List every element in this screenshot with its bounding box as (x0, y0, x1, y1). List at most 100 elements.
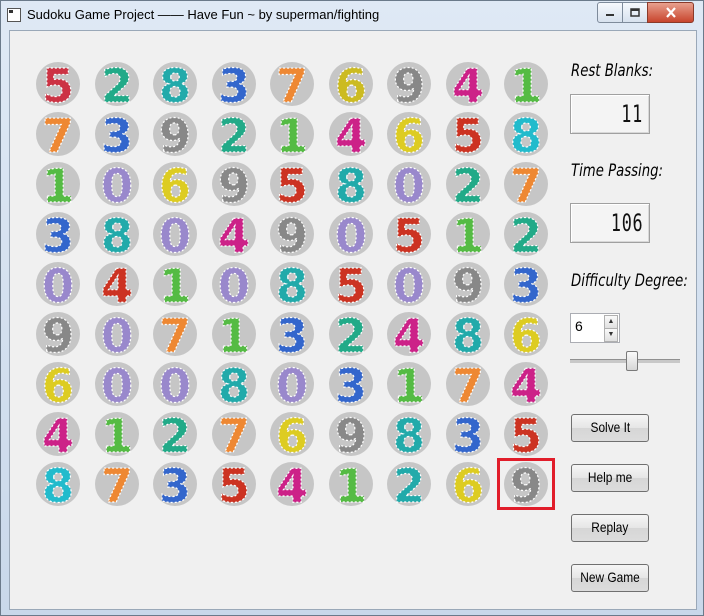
sudoku-cell[interactable]: 8 (30, 459, 86, 509)
sudoku-cell[interactable]: 0 (206, 259, 262, 309)
sudoku-cell[interactable]: 2 (440, 159, 496, 209)
sudoku-cell[interactable]: 1 (498, 59, 554, 109)
sudoku-cell[interactable]: 4 (381, 309, 437, 359)
sudoku-cell[interactable]: 8 (264, 259, 320, 309)
sudoku-cell[interactable]: 0 (89, 309, 145, 359)
sudoku-cell[interactable]: 9 (323, 409, 379, 459)
sudoku-cell[interactable]: 7 (498, 159, 554, 209)
sudoku-cell[interactable]: 1 (147, 259, 203, 309)
sudoku-cell[interactable]: 1 (89, 409, 145, 459)
help-me-button[interactable]: Help me (571, 464, 649, 492)
sudoku-cell[interactable]: 8 (89, 209, 145, 259)
sudoku-cell[interactable]: 6 (323, 59, 379, 109)
sudoku-cell[interactable]: 2 (89, 59, 145, 109)
sudoku-cell[interactable]: 5 (206, 459, 262, 509)
sudoku-cell[interactable]: 6 (440, 459, 496, 509)
sudoku-cell[interactable]: 3 (323, 359, 379, 409)
sudoku-cell[interactable]: 3 (440, 409, 496, 459)
sudoku-cell[interactable]: 0 (381, 159, 437, 209)
sudoku-cell[interactable]: 1 (30, 159, 86, 209)
sudoku-cell[interactable]: 7 (264, 59, 320, 109)
cell-digit: 8 (510, 109, 542, 159)
sudoku-cell[interactable]: 2 (147, 409, 203, 459)
sudoku-cell[interactable]: 8 (323, 159, 379, 209)
sudoku-cell[interactable]: 0 (89, 159, 145, 209)
sudoku-cell[interactable]: 9 (206, 159, 262, 209)
sudoku-cell[interactable]: 6 (30, 359, 86, 409)
sudoku-cell[interactable]: 0 (264, 359, 320, 409)
title-bar[interactable]: Sudoku Game Project —— Have Fun ~ by sup… (1, 1, 703, 29)
sudoku-cell[interactable]: 7 (89, 459, 145, 509)
sudoku-cell[interactable]: 8 (147, 59, 203, 109)
sudoku-cell[interactable]: 5 (381, 209, 437, 259)
sudoku-cell[interactable]: 3 (89, 109, 145, 159)
sudoku-cell[interactable]: 3 (206, 59, 262, 109)
sudoku-cell[interactable]: 9 (264, 209, 320, 259)
spin-down-icon[interactable]: ▼ (604, 328, 618, 342)
sudoku-cell[interactable]: 0 (147, 209, 203, 259)
sudoku-cell[interactable]: 5 (498, 409, 554, 459)
sudoku-cell[interactable]: 3 (498, 259, 554, 309)
rest-blanks-label: Rest Blanks: (571, 61, 654, 81)
difficulty-spinbox[interactable]: 6 ▲ ▼ (570, 313, 620, 343)
spin-up-icon[interactable]: ▲ (604, 315, 618, 329)
sudoku-cell[interactable]: 1 (206, 309, 262, 359)
sudoku-cell[interactable]: 0 (147, 359, 203, 409)
cell-digit: 7 (159, 309, 191, 359)
new-game-label: New Game (580, 569, 640, 585)
sudoku-cell[interactable]: 2 (323, 309, 379, 359)
sudoku-cell[interactable]: 4 (264, 459, 320, 509)
sudoku-cell[interactable]: 1 (264, 109, 320, 159)
sudoku-cell[interactable]: 0 (323, 209, 379, 259)
sudoku-cell[interactable]: 0 (381, 259, 437, 309)
sudoku-cell[interactable]: 4 (498, 359, 554, 409)
sudoku-cell[interactable]: 8 (206, 359, 262, 409)
sudoku-cell[interactable]: 5 (440, 109, 496, 159)
sudoku-cell[interactable]: 4 (440, 59, 496, 109)
sudoku-cell[interactable]: 8 (381, 409, 437, 459)
sudoku-cell[interactable]: 3 (30, 209, 86, 259)
sudoku-cell[interactable]: 6 (147, 159, 203, 209)
sudoku-cell[interactable]: 7 (206, 409, 262, 459)
maximize-button[interactable] (622, 2, 648, 23)
sudoku-cell[interactable]: 4 (30, 409, 86, 459)
sudoku-cell[interactable]: 3 (264, 309, 320, 359)
sudoku-cell-selected[interactable]: 9 (497, 458, 555, 510)
sudoku-cell[interactable]: 9 (147, 109, 203, 159)
slider-thumb[interactable] (625, 351, 638, 371)
sudoku-cell[interactable]: 1 (381, 359, 437, 409)
sudoku-cell[interactable]: 6 (264, 409, 320, 459)
sudoku-cell[interactable]: 2 (381, 459, 437, 509)
minimize-button[interactable] (597, 2, 623, 23)
sudoku-cell[interactable]: 1 (323, 459, 379, 509)
close-button[interactable] (647, 2, 694, 23)
sudoku-cell[interactable]: 5 (323, 259, 379, 309)
sudoku-cell[interactable]: 4 (323, 109, 379, 159)
sudoku-cell[interactable]: 6 (498, 309, 554, 359)
solve-it-button[interactable]: Solve It (571, 414, 649, 442)
sudoku-cell[interactable]: 6 (381, 109, 437, 159)
sudoku-cell[interactable]: 5 (264, 159, 320, 209)
sudoku-cell[interactable]: 7 (30, 109, 86, 159)
sudoku-cell[interactable]: 7 (440, 359, 496, 409)
new-game-button[interactable]: New Game (571, 564, 649, 592)
sudoku-cell[interactable]: 8 (440, 309, 496, 359)
replay-button[interactable]: Replay (571, 514, 649, 542)
difficulty-value[interactable]: 6 (575, 318, 583, 334)
sudoku-cell[interactable]: 4 (206, 209, 262, 259)
sudoku-cell[interactable]: 0 (89, 359, 145, 409)
sudoku-cell[interactable]: 9 (440, 259, 496, 309)
cell-digit: 8 (42, 459, 74, 509)
sudoku-cell[interactable]: 5 (30, 59, 86, 109)
sudoku-cell[interactable]: 9 (30, 309, 86, 359)
sudoku-cell[interactable]: 4 (89, 259, 145, 309)
sudoku-cell[interactable]: 1 (440, 209, 496, 259)
sudoku-cell[interactable]: 0 (30, 259, 86, 309)
sudoku-cell[interactable]: 7 (147, 309, 203, 359)
sudoku-cell[interactable]: 2 (498, 209, 554, 259)
sudoku-cell[interactable]: 8 (498, 109, 554, 159)
sudoku-cell[interactable]: 2 (206, 109, 262, 159)
sudoku-cell[interactable]: 3 (147, 459, 203, 509)
difficulty-slider[interactable] (570, 349, 680, 373)
sudoku-cell[interactable]: 9 (381, 59, 437, 109)
